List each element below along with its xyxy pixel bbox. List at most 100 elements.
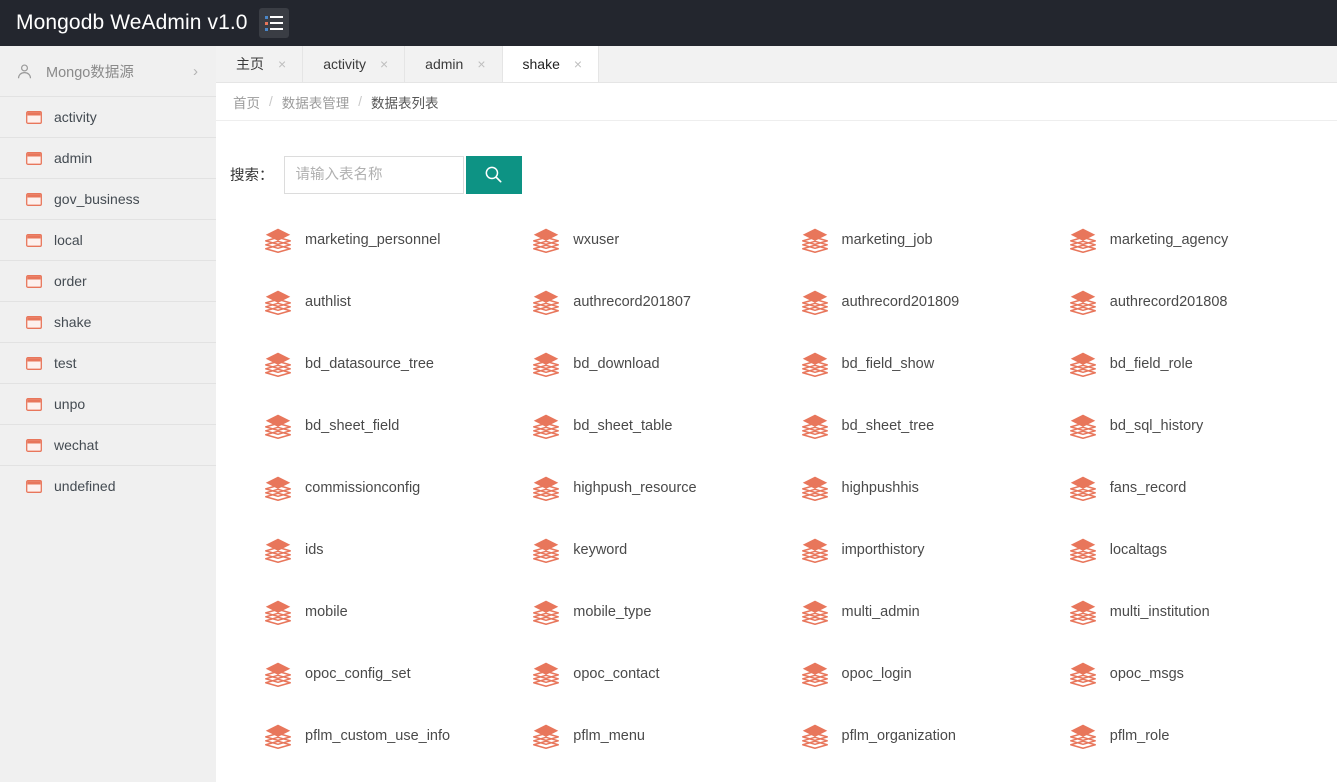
table-item[interactable]: ids	[264, 519, 532, 581]
table-item[interactable]: bd_sql_history	[1069, 395, 1337, 457]
sidebar-item-label: unpo	[54, 396, 86, 412]
tab-主页[interactable]: 主页 ×	[216, 46, 304, 82]
sidebar-item-test[interactable]: test	[0, 342, 216, 383]
sidebar-item-admin[interactable]: admin	[0, 137, 216, 178]
tab-activity[interactable]: activity ×	[303, 46, 406, 82]
list-menu-icon[interactable]	[258, 8, 289, 38]
table-item[interactable]: pflm_menu	[532, 705, 800, 767]
close-icon[interactable]: ×	[278, 57, 286, 71]
table-item-label: bd_sheet_tree	[841, 418, 935, 434]
search-button[interactable]	[465, 155, 522, 194]
table-stack-icon	[801, 538, 828, 563]
table-item[interactable]: bd_sheet_table	[532, 395, 800, 457]
app-header: Mongodb WeAdmin v1.0	[0, 0, 1337, 46]
table-item[interactable]: opoc_msgs	[1069, 643, 1337, 705]
table-item[interactable]: authrecord201807	[532, 271, 800, 333]
table-item-label: authrecord201809	[841, 294, 960, 310]
table-item-label: bd_datasource_tree	[305, 356, 434, 372]
table-item[interactable]: bd_field_show	[801, 333, 1069, 395]
table-item-label: opoc_msgs	[1109, 666, 1184, 682]
table-item[interactable]: bd_field_role	[1069, 333, 1337, 395]
table-item[interactable]: localtags	[1069, 519, 1337, 581]
table-item[interactable]: pflm_custom_use_info	[264, 705, 532, 767]
sidebar-item-wechat[interactable]: wechat	[0, 424, 216, 465]
sidebar-item-order[interactable]: order	[0, 260, 216, 301]
close-icon[interactable]: ×	[574, 57, 582, 71]
menu-line	[269, 16, 283, 18]
table-item[interactable]: keyword	[532, 519, 800, 581]
table-item[interactable]: bd_sheet_tree	[801, 395, 1069, 457]
database-icon	[26, 438, 42, 452]
table-item[interactable]: wxuser	[532, 209, 800, 271]
table-item[interactable]: opoc_contact	[532, 643, 800, 705]
table-stack-icon	[801, 414, 828, 439]
table-item[interactable]: multi_institution	[1069, 581, 1337, 643]
menu-row	[264, 27, 283, 31]
table-item[interactable]: authrecord201808	[1069, 271, 1337, 333]
table-stack-icon	[1069, 228, 1096, 253]
table-stack-icon	[265, 724, 291, 749]
tab-admin[interactable]: admin ×	[405, 46, 503, 82]
table-stack-icon	[533, 476, 560, 501]
sidebar-item-activity[interactable]: activity	[0, 96, 216, 137]
table-item[interactable]: pflm_role	[1069, 705, 1337, 767]
search-icon	[485, 166, 502, 183]
table-item[interactable]: bd_sheet_field	[264, 395, 532, 457]
table-item[interactable]: authrecord201809	[801, 271, 1069, 333]
table-item[interactable]: mobile	[264, 581, 532, 643]
breadcrumb-separator: /	[358, 94, 363, 109]
sidebar-item-unpo[interactable]: unpo	[0, 383, 216, 424]
table-item[interactable]: bd_download	[532, 333, 800, 395]
table-item[interactable]: opoc_config_set	[264, 643, 532, 705]
user-icon	[17, 63, 32, 78]
table-item[interactable]: authlist	[264, 271, 532, 333]
table-item[interactable]: commissionconfig	[264, 457, 532, 519]
table-item-label: authrecord201807	[573, 294, 691, 310]
table-item-label: authrecord201808	[1109, 294, 1228, 310]
database-icon	[26, 356, 42, 370]
table-item[interactable]: bd_datasource_tree	[264, 333, 532, 395]
sidebar-item-local[interactable]: local	[0, 219, 216, 260]
chevron-right-icon[interactable]: ›	[193, 64, 198, 79]
table-item[interactable]: importhistory	[801, 519, 1069, 581]
sidebar-item-shake[interactable]: shake	[0, 301, 216, 342]
database-icon	[26, 479, 42, 493]
table-stack-icon	[801, 724, 828, 749]
close-icon[interactable]: ×	[380, 57, 388, 71]
sidebar: Mongo数据源 › activity admin gov_businessloca…	[0, 46, 216, 782]
table-item[interactable]: highpush_resource	[532, 457, 800, 519]
table-item[interactable]: fans_record	[1069, 457, 1337, 519]
table-item-label: marketing_personnel	[305, 232, 441, 248]
sidebar-item-label: activity	[54, 109, 97, 125]
table-item-label: localtags	[1109, 542, 1167, 558]
close-icon[interactable]: ×	[477, 57, 485, 71]
table-stack-icon	[533, 352, 560, 377]
tab-strip: 主页 × activity × admin × shake ×	[216, 46, 1337, 83]
table-stack-icon	[801, 290, 828, 315]
table-item[interactable]: mobile_type	[532, 581, 800, 643]
table-item-label: wxuser	[573, 232, 620, 248]
table-item-label: multi_admin	[841, 604, 920, 620]
sidebar-item-label: local	[54, 232, 83, 248]
table-item[interactable]: opoc_login	[801, 643, 1069, 705]
table-item[interactable]: marketing_job	[801, 209, 1069, 271]
breadcrumb-item[interactable]: 首页	[233, 92, 260, 112]
sidebar-item-gov_business[interactable]: gov_business	[0, 178, 216, 219]
table-item[interactable]: multi_admin	[801, 581, 1069, 643]
table-item[interactable]: pflm_organization	[801, 705, 1069, 767]
table-item-label: opoc_login	[841, 666, 912, 682]
breadcrumb-item[interactable]: 数据表管理	[282, 92, 350, 112]
table-stack-icon	[265, 600, 291, 625]
table-item[interactable]: marketing_agency	[1069, 209, 1337, 271]
database-icon	[26, 315, 42, 329]
table-item[interactable]: marketing_personnel	[264, 209, 532, 271]
menu-dot	[264, 27, 268, 31]
sidebar-item-label: test	[54, 355, 77, 371]
sidebar-item-undefined[interactable]: undefined	[0, 465, 216, 506]
search-input[interactable]	[283, 155, 464, 194]
tab-shake[interactable]: shake ×	[502, 46, 600, 82]
table-item-label: bd_field_role	[1109, 356, 1193, 372]
sidebar-datasource-header[interactable]: Mongo数据源 ›	[0, 46, 216, 96]
search-bar: 搜索：	[216, 121, 1337, 205]
table-item[interactable]: highpushhis	[801, 457, 1069, 519]
